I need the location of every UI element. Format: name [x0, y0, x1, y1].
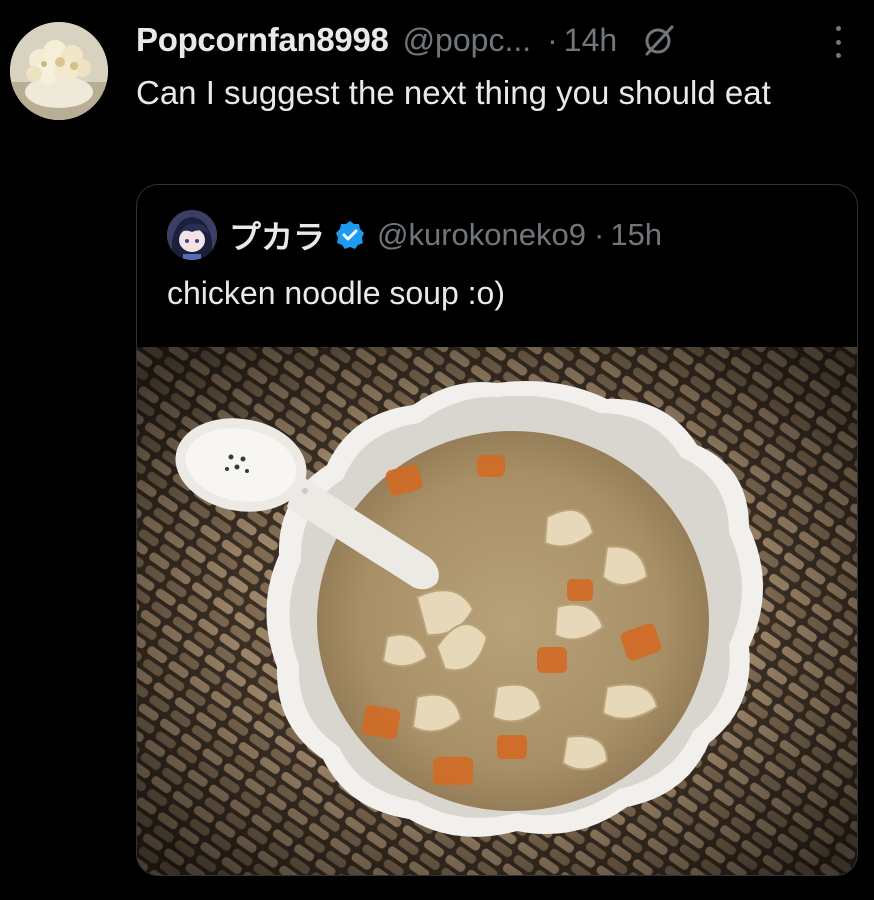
tweet-text: Can I suggest the next thing you should …: [136, 74, 771, 111]
user-avatar[interactable]: [10, 22, 108, 120]
verified-badge-icon: [335, 220, 365, 250]
chicken-noodle-soup-photo: [137, 347, 857, 875]
quoted-user-handle[interactable]: @kurokoneko9: [377, 217, 586, 253]
quoted-tweet-text: chicken noodle soup :o): [167, 275, 505, 311]
more-options-icon[interactable]: [826, 22, 850, 62]
quoted-tweet-card[interactable]: プカラ @kurokoneko9 · 15h chicken noodle so…: [136, 184, 858, 876]
quoted-tweet-header: プカラ @kurokoneko9 · 15h: [167, 209, 662, 261]
display-name[interactable]: Popcornfan8998: [136, 21, 389, 59]
timestamp[interactable]: 14h: [564, 22, 617, 59]
anime-avatar-icon: [167, 210, 217, 260]
quoted-separator-dot: ·: [594, 217, 605, 252]
user-handle[interactable]: @popc...: [403, 22, 532, 59]
soup-photo[interactable]: [137, 347, 857, 875]
grok-icon[interactable]: [641, 22, 677, 58]
tweet-header: Popcornfan8998 @popc... · 14h: [136, 18, 677, 62]
popcorn-avatar-icon: [10, 22, 108, 120]
quoted-user-avatar[interactable]: [167, 210, 217, 260]
separator-dot: ·: [547, 21, 558, 58]
quoted-display-name[interactable]: プカラ: [229, 212, 325, 258]
quoted-timestamp[interactable]: 15h: [610, 217, 662, 253]
